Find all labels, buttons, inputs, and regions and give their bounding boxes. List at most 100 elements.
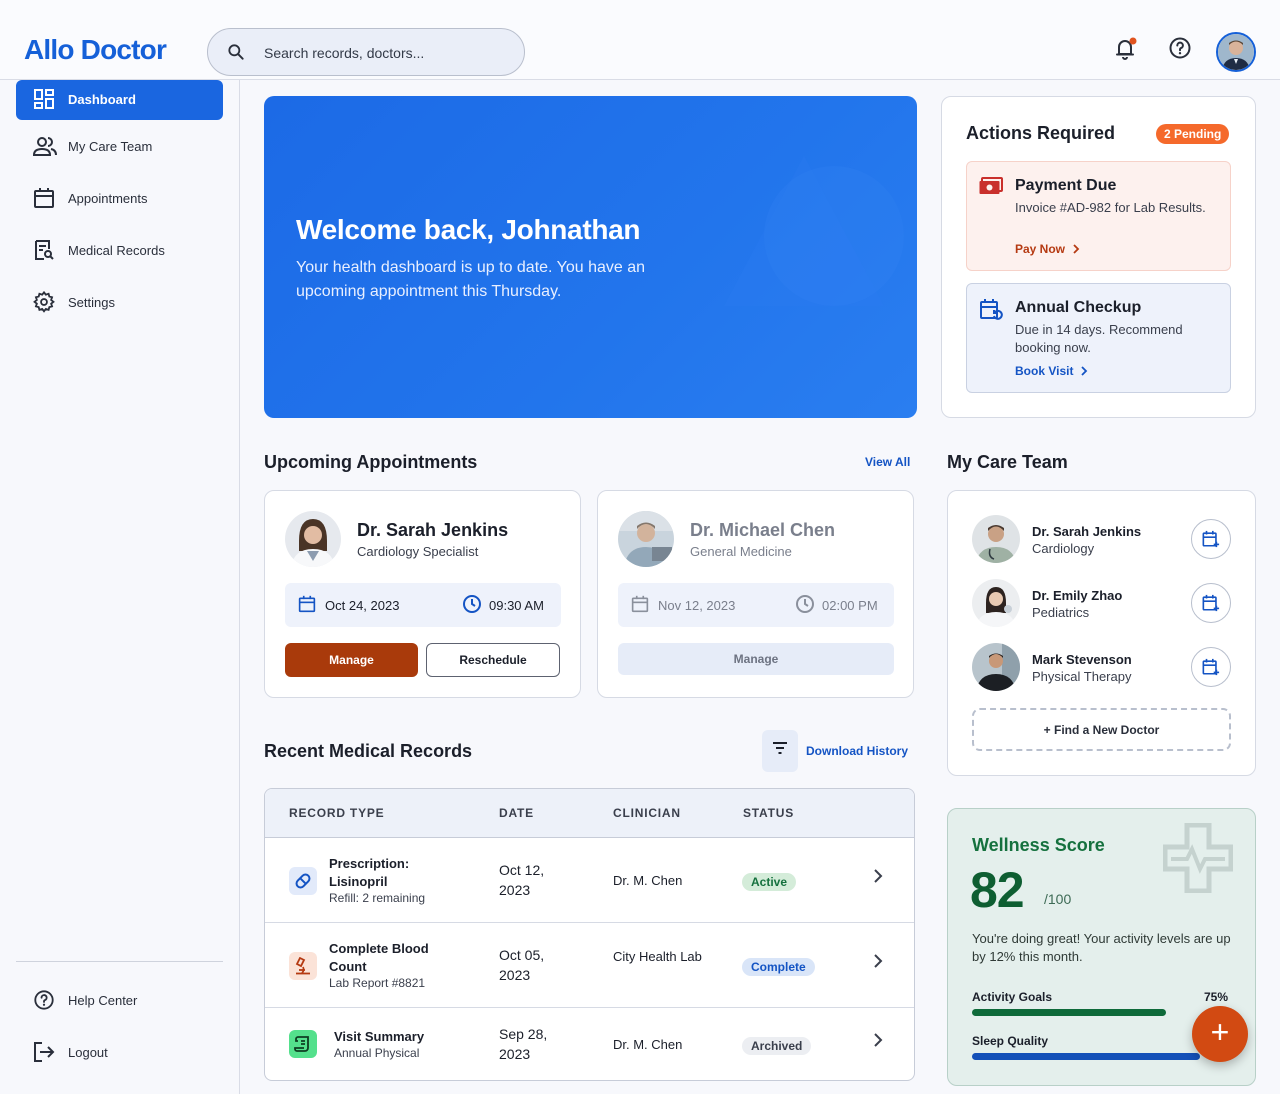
wellness-score: 82: [970, 862, 1025, 918]
activity-goals-label: Activity Goals: [972, 990, 1053, 1004]
doctor-avatar: [972, 643, 1020, 691]
manage-button[interactable]: Manage: [618, 643, 894, 675]
filter-button[interactable]: [762, 730, 798, 772]
care-team-member[interactable]: Dr. Sarah Jenkins Cardiology: [972, 515, 1232, 565]
calendar-add-icon: [1202, 530, 1220, 548]
record-subtitle: Lab Report #8821: [329, 976, 426, 990]
search-icon: [226, 42, 246, 62]
doctor-specialty: Cardiology Specialist: [357, 544, 479, 559]
sidebar: Dashboard My Care Team Appointments Medi…: [0, 80, 240, 1094]
doctor-specialty: Pediatrics: [1032, 605, 1090, 620]
record-subtitle: Refill: 2 remaining: [329, 891, 426, 905]
document-icon: [289, 1030, 317, 1058]
search-input[interactable]: [264, 42, 504, 64]
action-desc: Invoice #AD-982 for Lab Results.: [1015, 200, 1206, 215]
action-title: Payment Due: [1015, 177, 1117, 194]
record-date: Sep 28, 2023: [499, 1026, 548, 1062]
table-row[interactable]: Prescription: Lisinopril Refill: 2 remai…: [265, 838, 914, 923]
manage-button[interactable]: Manage: [285, 643, 418, 677]
find-new-doctor-button[interactable]: + Find a New Doctor: [972, 708, 1231, 751]
chevron-right-icon: [1073, 244, 1080, 254]
sidebar-item-label: Settings: [68, 295, 115, 310]
activity-goals-value: 75%: [1204, 990, 1229, 1004]
calendar-add-icon: [1202, 594, 1220, 612]
record-date: Oct 05, 2023: [499, 947, 545, 983]
book-appointment-button[interactable]: [1191, 647, 1231, 687]
wellness-max: /100: [1044, 891, 1072, 907]
pay-now-label: Pay Now: [1015, 242, 1066, 256]
dashboard-icon: [33, 88, 55, 110]
doctor-name: Mark Stevenson: [1032, 652, 1132, 667]
sidebar-item-appointments[interactable]: Appointments: [16, 179, 223, 219]
sidebar-item-label: My Care Team: [68, 139, 153, 154]
column-header: STATUS: [743, 806, 795, 820]
record-date: Oct 12, 2023: [499, 862, 545, 898]
column-header: DATE: [499, 806, 534, 820]
table-header: RECORD TYPE DATE CLINICIAN STATUS: [265, 789, 914, 838]
help-icon[interactable]: [1168, 36, 1192, 60]
pay-now-link[interactable]: Pay Now: [1015, 242, 1081, 256]
table-row[interactable]: Visit Summary Annual Physical Sep 28, 20…: [265, 1008, 914, 1080]
doctor-avatar: [618, 511, 674, 567]
table-row[interactable]: Complete Blood Count Lab Report #8821 Oc…: [265, 923, 914, 1008]
book-visit-link[interactable]: Book Visit: [1015, 364, 1089, 378]
sidebar-item-label: Appointments: [68, 191, 148, 206]
app-logo[interactable]: Allo Doctor: [24, 34, 167, 66]
wellness-title: Wellness Score: [972, 835, 1105, 855]
wellness-description: You're doing great! Your activity levels…: [972, 931, 1231, 964]
appointment-card: Dr. Sarah Jenkins Cardiology Specialist …: [264, 490, 581, 698]
calendar-icon: [298, 595, 316, 613]
care-team-member[interactable]: Dr. Emily Zhao Pediatrics: [972, 579, 1232, 629]
book-appointment-button[interactable]: [1191, 519, 1231, 559]
doctor-avatar: [285, 511, 341, 567]
record-title: Visit Summary: [334, 1029, 425, 1044]
status-badge: Complete: [742, 958, 815, 976]
search-bar[interactable]: [207, 28, 525, 76]
appointment-card: Dr. Michael Chen General Medicine Nov 12…: [597, 490, 914, 698]
appointment-date: Nov 12, 2023: [658, 598, 736, 613]
user-avatar[interactable]: [1216, 32, 1256, 72]
welcome-banner: Welcome back, Johnathan Your health dash…: [264, 96, 917, 418]
top-header: Allo Doctor: [0, 0, 1280, 80]
records-table: RECORD TYPE DATE CLINICIAN STATUS Prescr…: [264, 788, 915, 1081]
care-team-member[interactable]: Mark Stevenson Physical Therapy: [972, 643, 1232, 693]
doctor-specialty: Cardiology: [1032, 541, 1095, 556]
sidebar-item-label: Medical Records: [68, 243, 165, 258]
logout-icon: [33, 1041, 55, 1063]
chevron-right-icon: [874, 954, 883, 968]
book-appointment-button[interactable]: [1191, 583, 1231, 623]
payment-icon: [979, 176, 1005, 198]
appointment-date: Oct 24, 2023: [325, 598, 400, 613]
sidebar-item-logout[interactable]: Logout: [16, 1033, 223, 1073]
view-all-link[interactable]: View All: [865, 455, 910, 469]
records-icon: [33, 239, 55, 261]
download-history-link[interactable]: Download History: [806, 744, 908, 758]
appointments-title: Upcoming Appointments: [264, 452, 478, 472]
sidebar-item-settings[interactable]: Settings: [16, 283, 223, 323]
sidebar-item-my-care-team[interactable]: My Care Team: [16, 127, 223, 167]
pill-icon: [289, 867, 317, 895]
health-cross-icon: [1163, 823, 1233, 893]
doctor-name: Dr. Michael Chen: [690, 520, 836, 540]
column-header: CLINICIAN: [613, 806, 681, 820]
reschedule-button[interactable]: Reschedule: [426, 643, 560, 677]
doctor-avatar: [972, 515, 1020, 563]
action-title: Annual Checkup: [1015, 299, 1142, 316]
record-title: Prescription: Lisinopril: [329, 856, 410, 889]
people-icon: [33, 135, 57, 157]
clock-icon: [462, 594, 482, 614]
sidebar-item-dashboard[interactable]: Dashboard: [16, 80, 223, 120]
calendar-add-icon: [1202, 658, 1220, 676]
sleep-quality-fill: [972, 1053, 1200, 1060]
chevron-right-icon: [874, 1033, 883, 1047]
care-team-panel: Dr. Sarah Jenkins Cardiology Dr. Emily Z…: [947, 490, 1256, 776]
sidebar-item-help-center[interactable]: Help Center: [16, 981, 223, 1021]
action-desc: Due in 14 days. Recommend booking now.: [1015, 322, 1183, 355]
doctor-specialty: Physical Therapy: [1032, 669, 1132, 684]
sidebar-item-medical-records[interactable]: Medical Records: [16, 231, 223, 271]
status-badge: Active: [742, 873, 797, 891]
bell-icon[interactable]: [1113, 36, 1139, 62]
add-fab-button[interactable]: +: [1192, 1006, 1248, 1062]
sidebar-item-label: Help Center: [68, 993, 138, 1008]
annual-checkup-card: Annual Checkup Due in 14 days. Recommend…: [966, 283, 1231, 393]
